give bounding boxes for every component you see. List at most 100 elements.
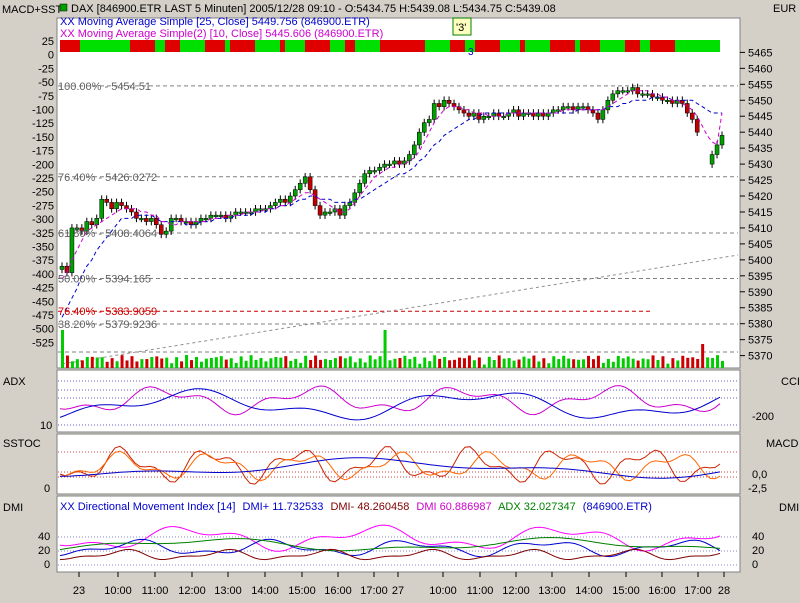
volume-bar — [120, 355, 124, 368]
volume-bar — [269, 358, 273, 368]
signal-strip-cell — [620, 40, 625, 52]
volume-bar — [224, 359, 228, 368]
volume-bar — [190, 360, 194, 368]
signal-strip-cell — [635, 40, 640, 52]
candle-body — [521, 112, 526, 117]
sstoc-panel[interactable] — [56, 433, 741, 495]
left-tick-label: -325 — [32, 228, 54, 240]
volume-bar — [462, 358, 466, 368]
currency-label: EUR — [773, 3, 796, 15]
signal-strip-cell — [485, 40, 490, 52]
signal-strip-cell — [505, 40, 510, 52]
volume-bar — [681, 355, 685, 368]
left-tick-label: -275 — [32, 200, 54, 212]
volume-bar — [358, 358, 362, 368]
volume-bar — [611, 361, 615, 368]
volume-bar — [135, 361, 139, 368]
signal-strip-cell — [240, 40, 245, 52]
candle-body — [709, 154, 715, 165]
signal-strip-cell — [515, 40, 520, 52]
volume-bar — [70, 361, 74, 368]
dmi-left-tick-40: 40 — [38, 531, 50, 543]
volume-bar — [641, 358, 645, 368]
volume-bar — [616, 355, 620, 368]
time-tick-label: 11:00 — [142, 585, 169, 597]
candle-body — [89, 221, 95, 225]
signal-strip-cell — [645, 40, 650, 52]
left-axis: 25 0-25 -50 -75 -100-125 -150 -175-200 -225 -250… — [32, 36, 54, 349]
left-tick-label: 25 — [42, 36, 54, 48]
volume-bar — [65, 355, 69, 368]
volume-bar — [61, 330, 64, 368]
candle-body — [536, 112, 541, 117]
left-tick-label: -475 — [32, 310, 54, 322]
signal-strip-cell — [670, 40, 675, 52]
volume-bar — [701, 344, 705, 368]
candle-body — [605, 100, 611, 111]
volume-bar — [348, 356, 352, 368]
signal-strip-cell — [75, 40, 80, 52]
fib-label: 76.40% - 5426.0272 — [58, 172, 157, 184]
signal-strip-cell — [570, 40, 575, 52]
volume-bar — [145, 359, 149, 368]
candle-body — [377, 167, 382, 171]
volume-bar — [507, 358, 511, 368]
volume-bar — [666, 363, 670, 368]
candle-body — [367, 170, 372, 174]
candle-body — [426, 119, 432, 123]
dmi-right-label: DMI — [779, 502, 799, 514]
candle-body — [610, 93, 616, 101]
volume-bar — [170, 363, 174, 368]
candle-body — [595, 112, 601, 120]
signal-strip-cell — [200, 40, 205, 52]
signal-strip-cell — [410, 40, 415, 52]
signal-strip-cell — [245, 40, 250, 52]
signal-strip-cell — [695, 40, 700, 52]
candle-body — [149, 218, 154, 222]
signal-strip-cell — [445, 40, 450, 52]
signal-strip-cell — [160, 40, 165, 52]
price-tick-label: 5440 — [748, 127, 772, 139]
dmi-legend-minus: DMI- 48.260458 — [330, 501, 409, 513]
signal-strip-cell — [280, 40, 285, 52]
volume-bar — [512, 360, 516, 368]
volume-bar — [448, 360, 452, 368]
dmi-legend-plus: DMI+ 11.732533 — [243, 501, 324, 513]
candle-body — [665, 100, 670, 103]
candle-body — [292, 189, 298, 197]
signal-strip-cell — [275, 40, 280, 52]
volume-bar — [264, 361, 268, 368]
volume-bar — [130, 356, 134, 368]
volume-bar — [95, 357, 99, 368]
signal-strip-cell — [60, 40, 65, 52]
volume-bar — [75, 359, 79, 368]
candle-body — [387, 163, 392, 166]
volume-bar — [537, 361, 541, 368]
candle-body — [362, 173, 367, 184]
volume-bar — [542, 358, 546, 368]
signal-strip-cell — [230, 40, 235, 52]
candle-body — [198, 218, 204, 222]
signal-strip-cell — [510, 40, 515, 52]
dmi-right-tick-40: 40 — [752, 531, 764, 543]
candle-body — [139, 218, 144, 221]
volume-bar — [626, 356, 630, 368]
price-tick-label: 5455 — [748, 79, 772, 91]
left-tick-label: -50 — [38, 77, 54, 89]
signal-strip-cell — [345, 40, 350, 52]
volume-bar — [229, 358, 233, 368]
signal-strip-cell — [715, 40, 720, 52]
signal-strip-cell — [540, 40, 545, 52]
signal-strip-cell — [700, 40, 705, 52]
signal-strip-cell — [260, 40, 265, 52]
volume-bar — [502, 358, 506, 368]
signal-strip-cell — [265, 40, 270, 52]
signal-strip-cell — [490, 40, 495, 52]
volume-bar — [388, 360, 392, 368]
candle-body — [163, 230, 169, 235]
candle-body — [565, 106, 571, 109]
volume-bar — [254, 359, 258, 368]
dmi-legend-dmi: DMI 60.886987 — [416, 501, 491, 513]
main-panel[interactable] — [56, 17, 741, 369]
left-tick-label: -75 — [38, 91, 54, 103]
